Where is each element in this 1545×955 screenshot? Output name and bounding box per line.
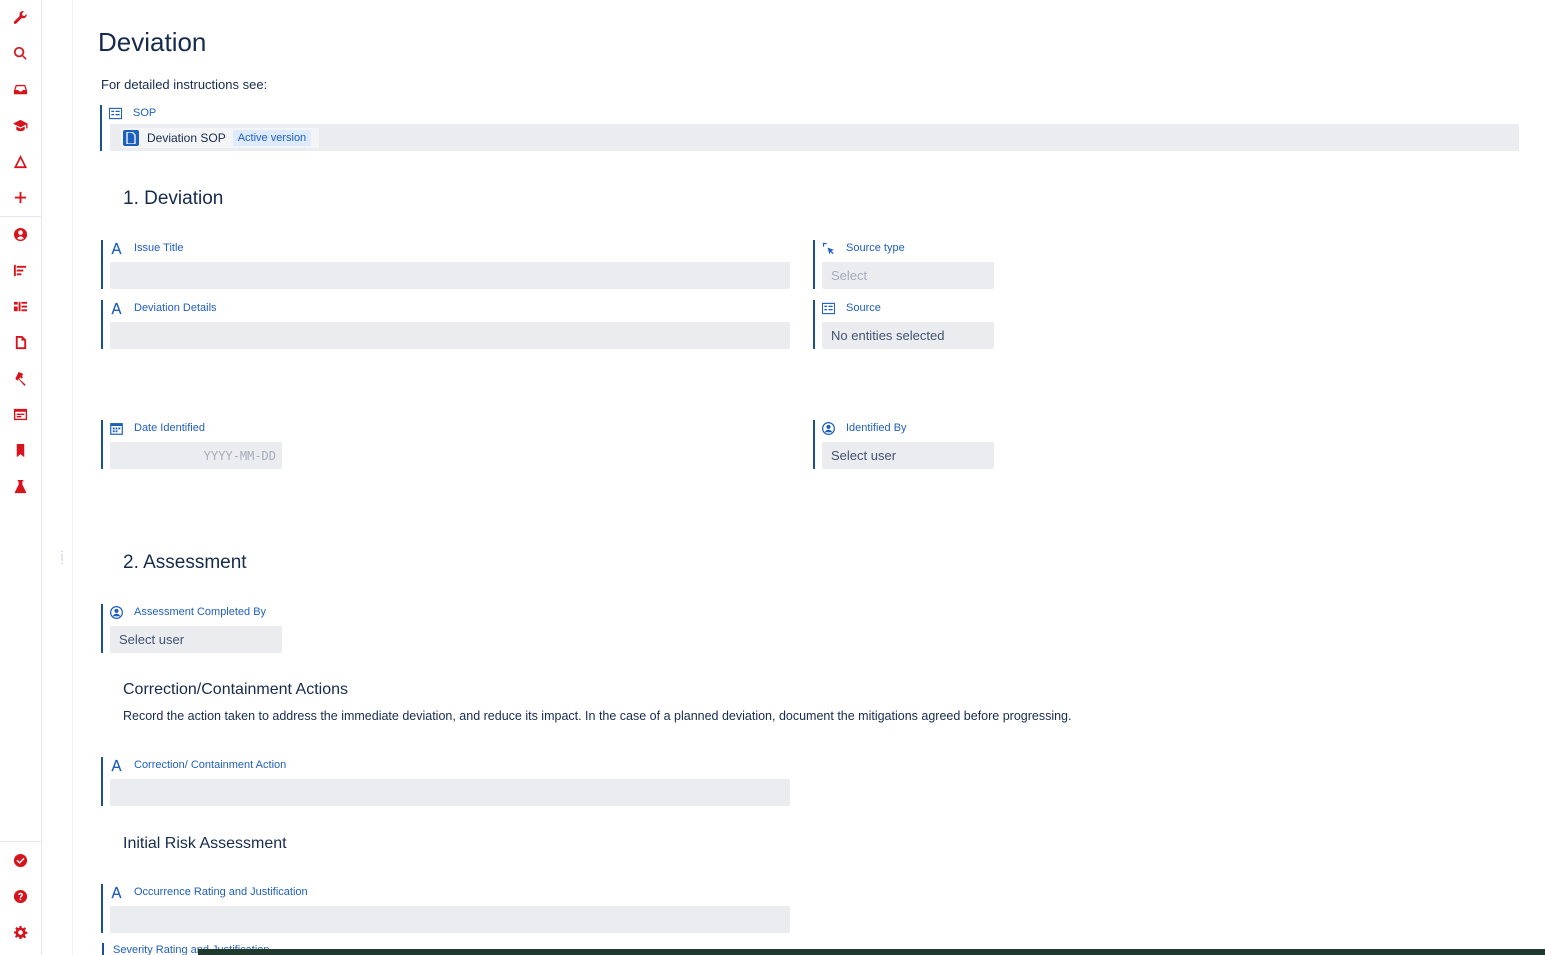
sop-label: SOP <box>133 107 157 119</box>
date-identified-input[interactable]: YYYY-MM-DD <box>110 442 282 469</box>
deviation-details-input[interactable] <box>110 322 790 349</box>
flask-icon[interactable] <box>9 475 31 497</box>
plus-icon[interactable] <box>9 186 31 208</box>
bottom-scrollbar[interactable] <box>198 949 1545 955</box>
date-identified-label: Date Identified <box>134 422 205 434</box>
sop-document-chip[interactable]: Deviation SOP Active version <box>121 128 320 148</box>
hammer-icon[interactable] <box>9 367 31 389</box>
issue-title-label: Issue Title <box>134 242 184 254</box>
occurrence-rating-label: Occurrence Rating and Justification <box>134 886 308 898</box>
active-version-badge: Active version <box>232 130 312 146</box>
bookmark-icon[interactable] <box>9 439 31 461</box>
source-type-label: Source type <box>846 242 905 254</box>
resize-handle-icon[interactable]: ⋮ ⋮ <box>57 551 67 569</box>
identified-by-field: Identified By Select user <box>813 420 994 469</box>
cursor-pointer-icon <box>822 242 835 255</box>
text-field-icon <box>110 886 123 899</box>
inbox-icon[interactable] <box>9 78 31 100</box>
risk-heading: Initial Risk Assessment <box>123 835 287 852</box>
sidebar-gutter <box>41 0 73 955</box>
identified-by-select[interactable]: Select user <box>822 442 994 469</box>
sidebar <box>0 0 42 955</box>
correction-heading: Correction/Containment Actions <box>123 681 348 698</box>
identified-by-label: Identified By <box>846 422 907 434</box>
board-icon[interactable] <box>9 295 31 317</box>
sidebar-divider <box>0 216 41 217</box>
graduation-cap-icon[interactable] <box>9 114 31 136</box>
sop-value-row <box>110 124 1519 151</box>
correction-action-input[interactable] <box>110 779 790 806</box>
instructions-text: For detailed instructions see: <box>101 77 268 92</box>
document-icon[interactable] <box>9 331 31 353</box>
deviation-details-label: Deviation Details <box>134 302 217 314</box>
wrench-icon[interactable] <box>9 6 31 28</box>
correction-description: Record the action taken to address the i… <box>123 709 1072 723</box>
source-type-field: Source type Select <box>813 240 994 289</box>
calendar-icon <box>110 422 123 435</box>
search-icon[interactable] <box>9 42 31 64</box>
entity-list-icon <box>822 302 835 315</box>
document-icon <box>123 130 139 146</box>
source-field: Source No entities selected <box>813 300 994 349</box>
date-identified-field: Date Identified YYYY-MM-DD <box>101 420 282 469</box>
sidebar-divider <box>0 841 41 842</box>
assessment-completed-by-label: Assessment Completed By <box>134 606 267 618</box>
section-heading-deviation: 1. Deviation <box>123 188 224 209</box>
section-heading-assessment: 2. Assessment <box>123 552 247 573</box>
browser-icon[interactable] <box>9 403 31 425</box>
triangle-icon[interactable] <box>9 150 31 172</box>
correction-action-label: Correction/ Containment Action <box>134 759 287 771</box>
user-icon <box>822 421 835 435</box>
issue-title-input[interactable] <box>110 262 790 289</box>
gear-icon[interactable] <box>9 921 31 943</box>
sop-document-name[interactable]: Deviation SOP <box>147 131 226 145</box>
occurrence-rating-field: Occurrence Rating and Justification <box>101 884 790 933</box>
occurrence-rating-input[interactable] <box>110 906 790 933</box>
page-title: Deviation <box>98 27 207 57</box>
deviation-details-field: Deviation Details <box>101 300 790 349</box>
assessment-completed-by-select[interactable]: Select user <box>110 626 282 653</box>
correction-action-field: Correction/ Containment Action <box>101 757 790 806</box>
gantt-icon[interactable] <box>9 259 31 281</box>
help-icon[interactable] <box>9 885 31 907</box>
source-input[interactable]: No entities selected <box>822 322 994 349</box>
text-field-icon <box>110 302 123 315</box>
user-icon <box>110 605 123 619</box>
source-label: Source <box>846 302 881 314</box>
text-field-icon <box>110 759 123 772</box>
source-type-select[interactable]: Select <box>822 262 994 289</box>
text-field-icon <box>110 242 123 255</box>
user-circle-icon[interactable] <box>9 223 31 245</box>
assessment-completed-by-field: Assessment Completed By Select user <box>101 604 282 653</box>
entity-list-icon <box>109 107 122 120</box>
check-circle-icon[interactable] <box>9 849 31 871</box>
issue-title-field: Issue Title <box>101 240 790 289</box>
